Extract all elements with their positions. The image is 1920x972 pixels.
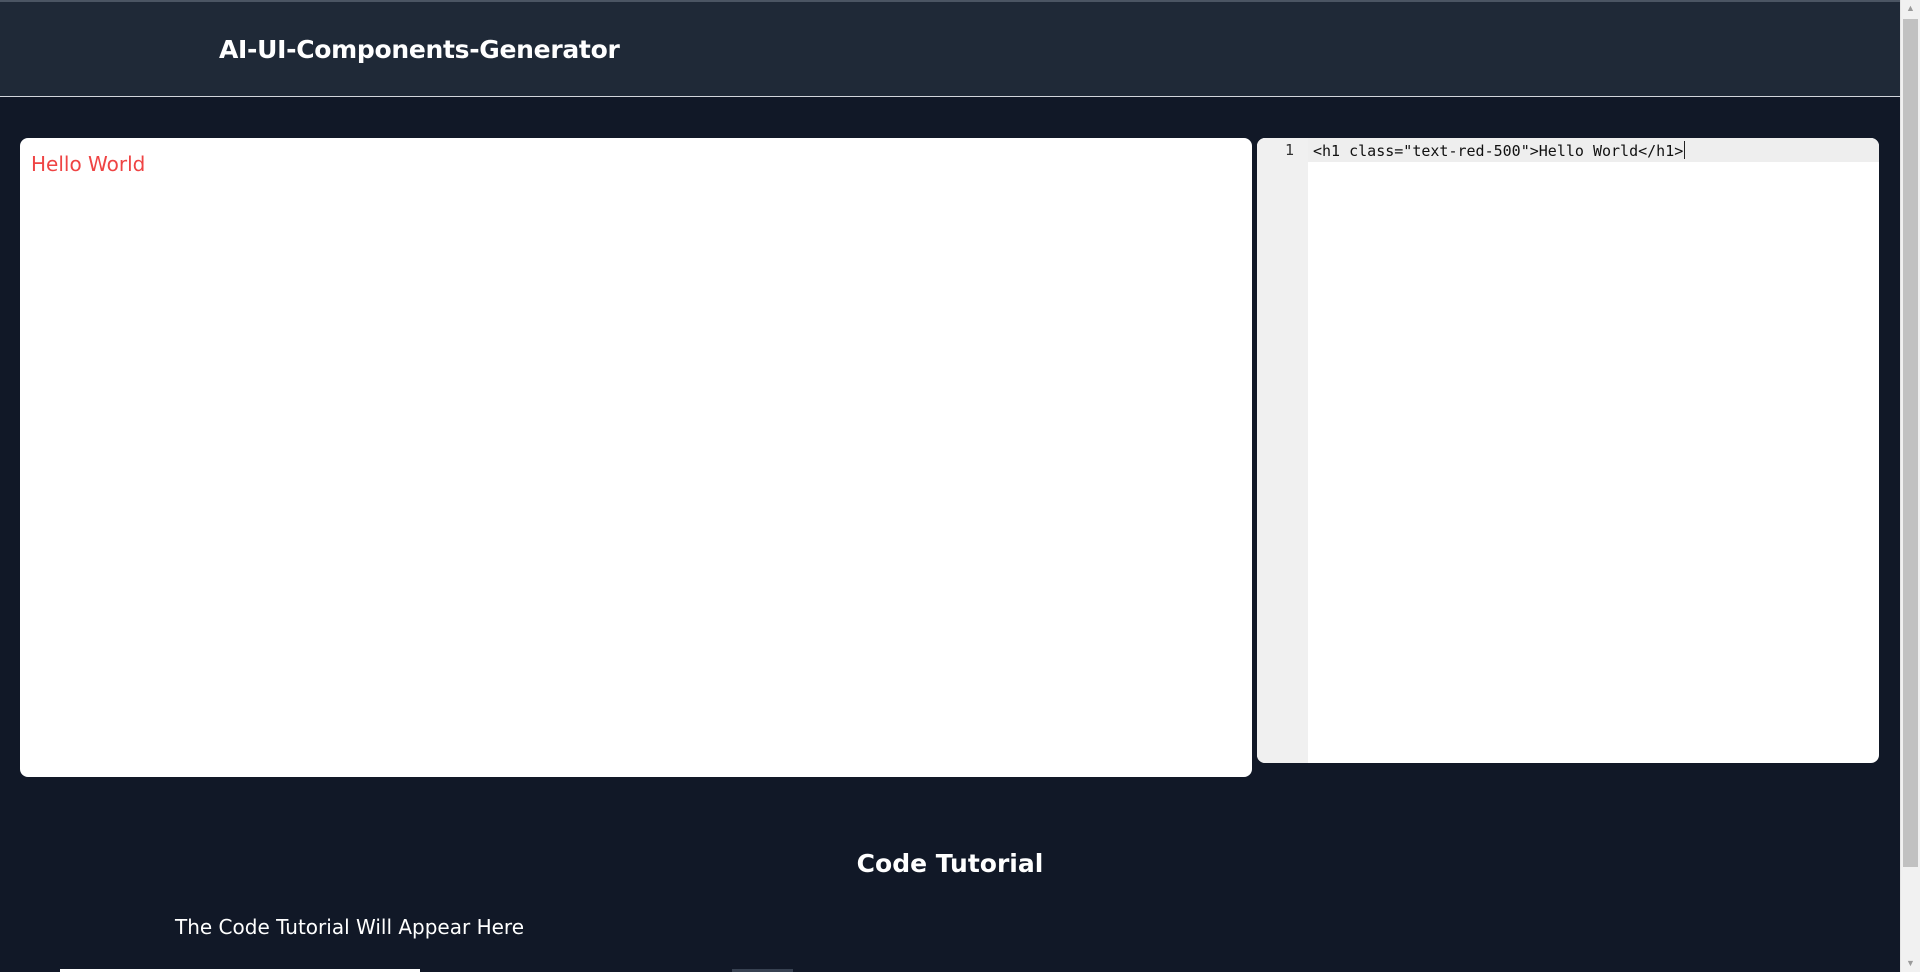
scroll-down-arrow-icon[interactable]: ▼ (1901, 955, 1920, 972)
tutorial-title: Code Tutorial (856, 849, 1044, 878)
app-page: AI-UI-Components-Generator Hello World 1… (0, 0, 1920, 972)
editor-gutter: 1 (1257, 138, 1308, 763)
code-line[interactable]: <h1 class="text-red-500">Hello World</h1… (1313, 141, 1686, 160)
code-editor[interactable]: 1 <h1 class="text-red-500">Hello World</… (1257, 138, 1879, 763)
component-preview-panel: Hello World (20, 138, 1252, 777)
preview-heading: Hello World (31, 152, 146, 176)
tutorial-placeholder: The Code Tutorial Will Appear Here (175, 915, 525, 939)
page-scrollbar[interactable]: ▲ ▼ (1900, 0, 1920, 972)
code-text: <h1 class="text-red-500">Hello World</h1… (1313, 142, 1684, 160)
app-title: AI-UI-Components-Generator (219, 35, 620, 64)
top-header: AI-UI-Components-Generator (0, 0, 1900, 97)
scroll-up-arrow-icon[interactable]: ▲ (1901, 0, 1920, 17)
line-number: 1 (1284, 141, 1294, 159)
text-cursor (1684, 141, 1686, 159)
scrollbar-thumb[interactable] (1903, 19, 1918, 867)
